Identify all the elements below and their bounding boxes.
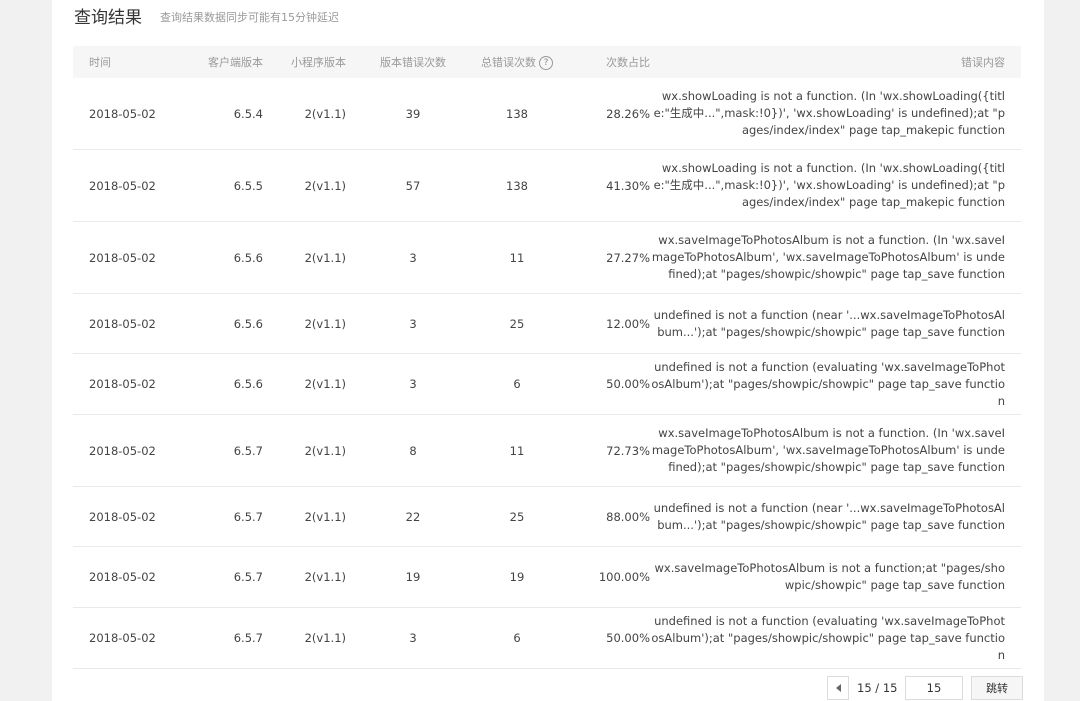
cell-total-errors: 138 [506, 178, 528, 193]
results-card: 查询结果 查询结果数据同步可能有15分钟延迟 时间 客户端版本 小程序版本 版本… [52, 0, 1044, 701]
cell-message: wx.saveImageToPhotosAlbum is not a funct… [654, 561, 1005, 592]
cell-message: undefined is not a function (near '...wx… [653, 307, 1005, 339]
cell-message: wx.saveImageToPhotosAlbum is not a funct… [651, 233, 1005, 281]
triangle-left-icon [835, 684, 841, 692]
cell-total-errors: 25 [509, 509, 525, 524]
cell-mini-version: 2(v1.1) [304, 106, 346, 121]
cell-total-errors: 19 [509, 570, 525, 584]
cell-mini-version: 2(v1.1) [304, 631, 346, 645]
cell-client-version: 6.5.4 [233, 106, 263, 121]
cell-client-version: 6.5.7 [233, 570, 263, 584]
cell-ratio: 28.26% [606, 106, 650, 121]
table-row: 2018-05-02 6.5.7 2(v1.1) 8 11 72.73% wx.saveIm… [73, 415, 1021, 487]
cell-mini-version: 2(v1.1) [304, 509, 346, 524]
cell-client-version: 6.5.6 [233, 377, 263, 391]
col-ratio: 次数占比 [606, 56, 650, 69]
cell-client-version: 6.5.5 [233, 178, 263, 193]
cell-message: wx.saveImageToPhotosAlbum is not a funct… [651, 426, 1005, 474]
pagination: 15 / 15 跳转 [827, 675, 1023, 701]
cell-version-errors: 3 [409, 250, 417, 265]
cell-ratio: 72.73% [606, 443, 650, 458]
cell-message: undefined is not a function (near '...wx… [653, 500, 1005, 532]
cell-client-version: 6.5.6 [233, 250, 263, 265]
cell-total-errors: 138 [506, 106, 528, 121]
cell-ratio: 50.00% [606, 377, 650, 391]
cell-message: undefined is not a function (evaluating … [651, 613, 1005, 662]
col-time: 时间 [89, 56, 111, 69]
cell-time: 2018-05-02 [89, 178, 156, 193]
cell-ratio: 41.30% [606, 178, 650, 193]
cell-version-errors: 3 [409, 631, 417, 645]
col-message: 错误内容 [961, 56, 1005, 69]
cell-mini-version: 2(v1.1) [304, 316, 346, 331]
cell-ratio: 12.00% [606, 316, 650, 331]
table-row: 2018-05-02 6.5.7 2(v1.1) 3 6 50.00% undefined … [73, 608, 1021, 669]
cell-time: 2018-05-02 [89, 631, 156, 645]
cell-time: 2018-05-02 [89, 509, 156, 524]
cell-total-errors: 11 [509, 443, 525, 458]
table-row: 2018-05-02 6.5.7 2(v1.1) 19 19 100.00% wx.save… [73, 547, 1021, 608]
cell-total-errors: 25 [509, 316, 525, 331]
cell-message: wx.showLoading is not a function. (In 'w… [653, 89, 1005, 137]
cell-mini-version: 2(v1.1) [304, 570, 346, 584]
cell-time: 2018-05-02 [89, 250, 156, 265]
cell-total-errors: 11 [509, 250, 525, 265]
table-row: 2018-05-02 6.5.6 2(v1.1) 3 11 27.27% wx.saveIm… [73, 222, 1021, 294]
question-circle-icon[interactable]: ? [539, 56, 553, 70]
col-client-version: 客户端版本 [208, 56, 263, 69]
page-title: 查询结果 [74, 7, 142, 28]
cell-version-errors: 3 [409, 316, 417, 331]
cell-version-errors: 39 [405, 106, 421, 121]
table-row: 2018-05-02 6.5.6 2(v1.1) 3 6 50.00% undefined … [73, 354, 1021, 415]
cell-client-version: 6.5.7 [233, 631, 263, 645]
cell-ratio: 88.00% [606, 509, 650, 524]
cell-time: 2018-05-02 [89, 316, 156, 331]
col-mini-version: 小程序版本 [291, 56, 346, 69]
table-body: 2018-05-02 6.5.4 2(v1.1) 39 138 28.26% wx.show… [73, 78, 1021, 669]
error-table: 时间 客户端版本 小程序版本 版本错误次数 总错误次数? 次数占比 错误内容 2… [73, 46, 1021, 669]
cell-version-errors: 57 [405, 178, 421, 193]
cell-time: 2018-05-02 [89, 443, 156, 458]
page-count: 15 / 15 [857, 681, 898, 695]
cell-mini-version: 2(v1.1) [304, 377, 346, 391]
cell-time: 2018-05-02 [89, 377, 156, 391]
cell-message: undefined is not a function (evaluating … [651, 359, 1005, 408]
cell-client-version: 6.5.7 [233, 443, 263, 458]
cell-version-errors: 8 [409, 443, 417, 458]
cell-mini-version: 2(v1.1) [304, 443, 346, 458]
cell-ratio: 100.00% [598, 570, 650, 584]
cell-time: 2018-05-02 [89, 106, 156, 121]
table-row: 2018-05-02 6.5.6 2(v1.1) 3 25 12.00% undefined… [73, 294, 1021, 354]
cell-version-errors: 22 [405, 509, 421, 524]
table-header: 时间 客户端版本 小程序版本 版本错误次数 总错误次数? 次数占比 错误内容 [73, 46, 1021, 78]
cell-client-version: 6.5.6 [233, 316, 263, 331]
prev-page-button[interactable] [827, 676, 849, 700]
cell-ratio: 50.00% [606, 631, 650, 645]
sync-delay-note: 查询结果数据同步可能有15分钟延迟 [160, 10, 339, 24]
results-header: 查询结果 查询结果数据同步可能有15分钟延迟 [74, 0, 339, 30]
cell-client-version: 6.5.7 [233, 509, 263, 524]
cell-total-errors: 6 [513, 631, 521, 645]
cell-mini-version: 2(v1.1) [304, 178, 346, 193]
table-row: 2018-05-02 6.5.4 2(v1.1) 39 138 28.26% wx.show… [73, 78, 1021, 150]
cell-message: wx.showLoading is not a function. (In 'w… [653, 161, 1005, 209]
col-total-errors: 总错误次数? [450, 54, 562, 70]
cell-time: 2018-05-02 [89, 570, 156, 584]
cell-total-errors: 6 [513, 377, 521, 391]
cell-version-errors: 3 [409, 377, 417, 391]
col-version-errors: 版本错误次数 [380, 56, 446, 69]
cell-ratio: 27.27% [606, 250, 650, 265]
jump-button[interactable]: 跳转 [971, 676, 1023, 700]
table-row: 2018-05-02 6.5.5 2(v1.1) 57 138 41.30% wx.show… [73, 150, 1021, 222]
table-row: 2018-05-02 6.5.7 2(v1.1) 22 25 88.00% undefine… [73, 487, 1021, 547]
cell-mini-version: 2(v1.1) [304, 250, 346, 265]
cell-version-errors: 19 [405, 570, 421, 584]
col-total-errors-label: 总错误次数 [481, 56, 536, 69]
page-number-input[interactable] [905, 676, 963, 700]
